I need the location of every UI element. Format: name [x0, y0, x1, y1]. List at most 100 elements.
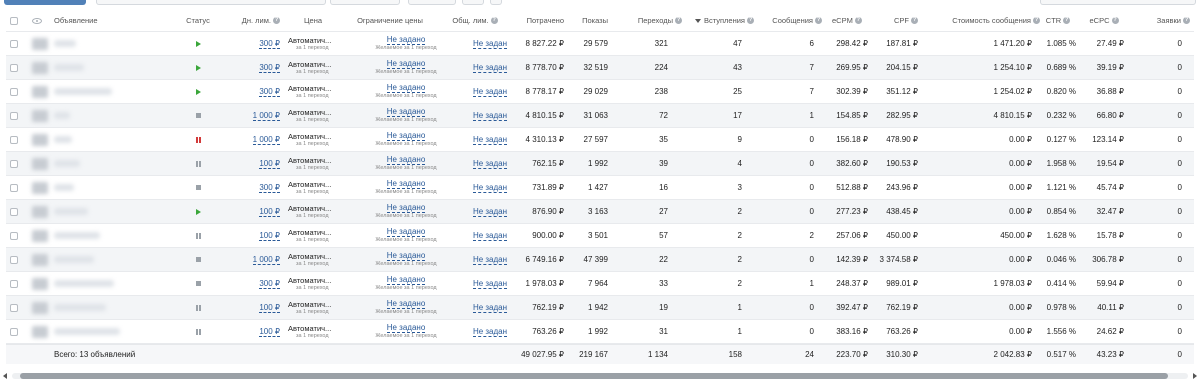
table-row[interactable]: 100 ₽ Автоматич... за 1 переход Не задано Же… — [6, 296, 1194, 320]
table-row[interactable]: 100 ₽ Автоматич... за 1 переход Не задано Же… — [6, 224, 1194, 248]
ad-title-blurred[interactable] — [54, 280, 114, 287]
daily-limit-link[interactable]: 1 000 ₽ — [222, 248, 280, 271]
toolbar-button[interactable] — [490, 0, 502, 5]
col-joins[interactable]: Вступления? — [684, 10, 754, 31]
ad-thumbnail[interactable] — [32, 206, 48, 218]
daily-limit-link[interactable]: 100 ₽ — [222, 152, 280, 175]
scroll-left-icon[interactable] — [3, 373, 7, 379]
primary-toolbar-button[interactable] — [4, 0, 86, 5]
price-cell[interactable]: Автоматич... за 1 переход — [288, 32, 340, 55]
price-cell[interactable]: Автоматич... за 1 переход — [288, 296, 340, 319]
row-checkbox[interactable] — [10, 296, 22, 319]
col-ctr[interactable]: CTR? — [1040, 10, 1076, 31]
ad-thumbnail[interactable] — [32, 62, 48, 74]
table-row[interactable]: 300 ₽ Автоматич... за 1 переход Не задано Же… — [6, 80, 1194, 104]
price-limit-cell[interactable]: Не задано Желаемое за 1 переход — [366, 296, 446, 319]
daily-limit-link[interactable]: 300 ₽ — [222, 80, 280, 103]
row-checkbox[interactable] — [10, 152, 22, 175]
col-status[interactable]: Статус — [182, 10, 214, 31]
help-icon[interactable]: ? — [854, 17, 862, 24]
help-icon[interactable]: ? — [273, 17, 280, 24]
ad-title-blurred[interactable] — [54, 232, 100, 239]
help-icon[interactable]: ? — [747, 17, 754, 24]
table-row[interactable]: 300 ₽ Автоматич... за 1 переход Не задано Же… — [6, 56, 1194, 80]
daily-limit-link[interactable]: 300 ₽ — [222, 176, 280, 199]
row-checkbox[interactable] — [10, 248, 22, 271]
col-messages[interactable]: Сообщения? — [756, 10, 822, 31]
col-ecpc[interactable]: eCPC? — [1080, 10, 1128, 31]
daily-limit-link[interactable]: 100 ₽ — [222, 320, 280, 343]
play-icon[interactable] — [182, 200, 214, 223]
ad-title-blurred[interactable] — [54, 208, 88, 215]
daily-limit-link[interactable]: 100 ₽ — [222, 200, 280, 223]
col-price-limit[interactable]: Ограничение цены — [344, 10, 436, 31]
ad-title-blurred[interactable] — [54, 256, 94, 263]
row-checkbox[interactable] — [10, 128, 22, 151]
col-spent[interactable]: Потрачено — [506, 10, 564, 31]
table-row[interactable]: 100 ₽ Автоматич... за 1 переход Не задано Же… — [6, 200, 1194, 224]
table-row[interactable]: 1 000 ₽ Автоматич... за 1 переход Не задано… — [6, 104, 1194, 128]
pause-icon[interactable] — [182, 320, 214, 343]
stop-icon[interactable] — [182, 176, 214, 199]
price-limit-cell[interactable]: Не задано Желаемое за 1 переход — [366, 104, 446, 127]
pause-icon[interactable] — [182, 152, 214, 175]
help-icon[interactable]: ? — [1111, 17, 1119, 24]
daily-limit-link[interactable]: 1 000 ₽ — [222, 104, 280, 127]
pause-icon[interactable] — [182, 128, 214, 151]
help-icon[interactable]: ? — [1183, 17, 1190, 24]
ad-thumbnail[interactable] — [32, 254, 48, 266]
ad-title-blurred[interactable] — [54, 64, 84, 71]
daily-limit-link[interactable]: 300 ₽ — [222, 32, 280, 55]
daily-limit-link[interactable]: 100 ₽ — [222, 224, 280, 247]
price-limit-cell[interactable]: Не задано Желаемое за 1 переход — [366, 32, 446, 55]
ad-thumbnail[interactable] — [32, 86, 48, 98]
row-checkbox[interactable] — [10, 320, 22, 343]
toolbar-button[interactable] — [1040, 0, 1196, 5]
help-icon[interactable]: ? — [911, 17, 918, 24]
price-cell[interactable]: Автоматич... за 1 переход — [288, 176, 340, 199]
ad-title-blurred[interactable] — [54, 40, 76, 47]
col-leads[interactable]: Заявки? — [1136, 10, 1190, 31]
ad-thumbnail[interactable] — [32, 158, 48, 170]
col-message-cost[interactable]: Стоимость сообщения? — [936, 10, 1040, 31]
table-row[interactable]: 1 000 ₽ Автоматич... за 1 переход Не задано… — [6, 248, 1194, 272]
row-checkbox[interactable] — [10, 272, 22, 295]
price-cell[interactable]: Автоматич... за 1 переход — [288, 128, 340, 151]
price-limit-cell[interactable]: Не задано Желаемое за 1 переход — [366, 152, 446, 175]
ad-thumbnail[interactable] — [32, 110, 48, 122]
toolbar-button[interactable] — [408, 0, 456, 5]
stop-icon[interactable] — [182, 272, 214, 295]
price-cell[interactable]: Автоматич... за 1 переход — [288, 56, 340, 79]
ad-thumbnail[interactable] — [32, 326, 48, 338]
price-cell[interactable]: Автоматич... за 1 переход — [288, 200, 340, 223]
select-all-checkbox[interactable] — [10, 10, 22, 31]
price-cell[interactable]: Автоматич... за 1 переход — [288, 152, 340, 175]
help-icon[interactable]: ? — [1063, 17, 1071, 24]
daily-limit-link[interactable]: 300 ₽ — [222, 272, 280, 295]
play-icon[interactable] — [182, 56, 214, 79]
col-impressions[interactable]: Показы — [566, 10, 608, 31]
price-cell[interactable]: Автоматич... за 1 переход — [288, 320, 340, 343]
pause-icon[interactable] — [182, 224, 214, 247]
ad-thumbnail[interactable] — [32, 38, 48, 50]
daily-limit-link[interactable]: 100 ₽ — [222, 296, 280, 319]
price-limit-cell[interactable]: Не задано Желаемое за 1 переход — [366, 176, 446, 199]
horizontal-scrollbar[interactable] — [0, 370, 1200, 382]
row-checkbox[interactable] — [10, 200, 22, 223]
ad-title-blurred[interactable] — [54, 328, 120, 335]
col-price[interactable]: Цена — [288, 10, 338, 31]
eye-icon[interactable] — [32, 10, 46, 31]
play-icon[interactable] — [182, 32, 214, 55]
price-limit-cell[interactable]: Не задано Желаемое за 1 переход — [366, 56, 446, 79]
play-icon[interactable] — [182, 80, 214, 103]
ad-thumbnail[interactable] — [32, 302, 48, 314]
price-cell[interactable]: Автоматич... за 1 переход — [288, 224, 340, 247]
row-checkbox[interactable] — [10, 176, 22, 199]
stop-icon[interactable] — [182, 248, 214, 271]
price-limit-cell[interactable]: Не задано Желаемое за 1 переход — [366, 200, 446, 223]
col-ecpm[interactable]: eCPM? — [832, 10, 882, 31]
price-cell[interactable]: Автоматич... за 1 переход — [288, 272, 340, 295]
toolbar-button[interactable] — [462, 0, 484, 5]
col-ad[interactable]: Объявление — [54, 10, 174, 31]
table-row[interactable]: 300 ₽ Автоматич... за 1 переход Не задано Же… — [6, 272, 1194, 296]
